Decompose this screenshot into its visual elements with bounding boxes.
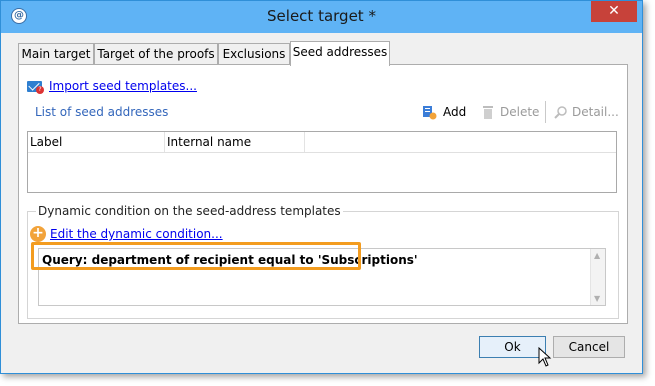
magnifier-icon bbox=[554, 106, 567, 119]
dialog-window: @ Select target * ✕ Main target Target o… bbox=[0, 0, 643, 374]
tab-seed-addresses[interactable]: Seed addresses bbox=[290, 41, 390, 66]
query-scrollbar[interactable]: ▲ ▼ bbox=[590, 249, 605, 305]
table-header: Label Internal name bbox=[28, 132, 616, 153]
query-highlight-box bbox=[31, 242, 361, 270]
detail-label: Detail... bbox=[572, 105, 619, 119]
cancel-button[interactable]: Cancel bbox=[553, 336, 625, 358]
trash-icon bbox=[483, 106, 493, 119]
tab-exclusions[interactable]: Exclusions bbox=[218, 43, 290, 65]
scroll-up-icon[interactable]: ▲ bbox=[594, 251, 600, 260]
seed-list-toolbar: List of seed addresses Add Delete Detail… bbox=[27, 101, 619, 125]
column-internal-name[interactable]: Internal name bbox=[167, 135, 251, 149]
mouse-cursor-icon bbox=[538, 347, 552, 367]
mail-help-icon: ? bbox=[27, 81, 44, 94]
column-label[interactable]: Label bbox=[30, 135, 62, 149]
column-divider bbox=[304, 132, 305, 152]
delete-label: Delete bbox=[500, 105, 540, 119]
list-of-seed-addresses-label: List of seed addresses bbox=[35, 105, 169, 119]
add-icon bbox=[423, 106, 437, 120]
seed-addresses-panel: ? Import seed templates... List of seed … bbox=[18, 64, 628, 324]
ok-button[interactable]: Ok bbox=[479, 336, 546, 358]
edit-dynamic-condition-link[interactable]: Edit the dynamic condition... bbox=[50, 227, 223, 241]
import-seed-templates-link[interactable]: Import seed templates... bbox=[49, 79, 197, 93]
toolbar-separator bbox=[545, 101, 546, 123]
tab-target-of-the-proofs[interactable]: Target of the proofs bbox=[94, 43, 218, 65]
dynamic-condition-label: Dynamic condition on the seed-address te… bbox=[36, 204, 343, 218]
close-button[interactable]: ✕ bbox=[591, 1, 637, 22]
seed-addresses-table[interactable]: Label Internal name bbox=[27, 131, 617, 193]
window-title: Select target * bbox=[267, 7, 376, 25]
title-bar[interactable]: @ Select target * ✕ bbox=[1, 1, 642, 33]
tab-main-target[interactable]: Main target bbox=[18, 43, 94, 65]
column-divider bbox=[164, 132, 165, 152]
add-label: Add bbox=[443, 105, 467, 119]
scroll-down-icon[interactable]: ▼ bbox=[594, 294, 600, 303]
plus-icon: + bbox=[30, 226, 46, 242]
